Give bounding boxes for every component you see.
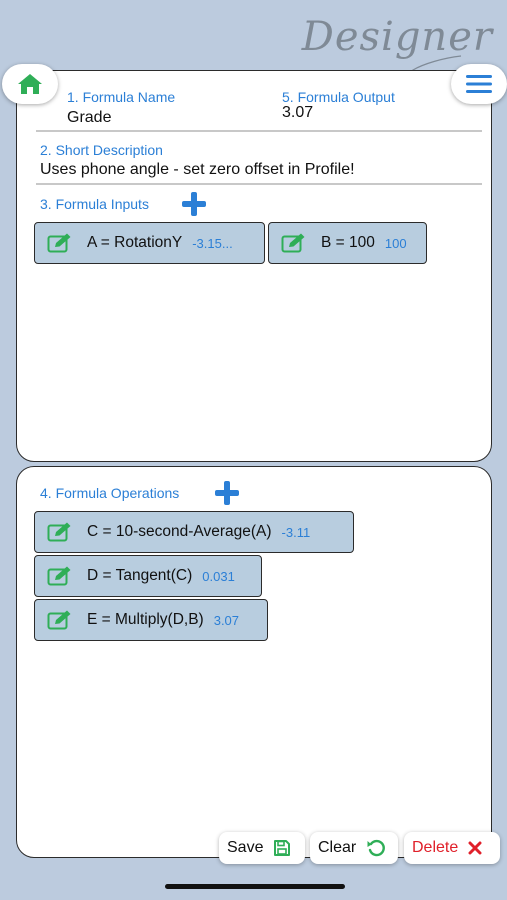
- edit-icon: [47, 522, 71, 542]
- delete-button[interactable]: Delete: [404, 832, 500, 864]
- input-chip-label: B = 100: [321, 234, 375, 251]
- input-chip-label: A = RotationY: [87, 234, 183, 251]
- operation-chip[interactable]: E = Multiply(D,B) 3.07: [34, 599, 268, 641]
- formula-details-panel: [16, 70, 492, 462]
- input-chip[interactable]: A = RotationY -3.15...: [34, 222, 265, 264]
- save-button[interactable]: Save: [219, 832, 305, 864]
- home-button[interactable]: [2, 64, 58, 104]
- short-description-field[interactable]: Uses phone angle - set zero offset in Pr…: [40, 161, 355, 179]
- formula-output-label: 5. Formula Output: [282, 89, 395, 105]
- operation-chip-value: 0.031: [202, 568, 235, 584]
- home-indicator[interactable]: [165, 884, 345, 889]
- formula-output-value: 3.07: [282, 104, 314, 121]
- operation-chip-value: -3.11: [281, 524, 311, 540]
- refresh-icon: [366, 838, 386, 858]
- operation-chip-label: C = 10-second-Average(A): [87, 523, 272, 540]
- save-label: Save: [227, 839, 264, 856]
- floppy-disk-icon: [273, 839, 291, 857]
- operation-chip[interactable]: D = Tangent(C) 0.031: [34, 555, 262, 597]
- input-chip-value: 100: [384, 235, 407, 251]
- operation-chip-value: 3.07: [213, 612, 240, 628]
- formula-name-label: 1. Formula Name: [67, 89, 176, 105]
- formula-operations-label: 4. Formula Operations: [40, 485, 180, 501]
- divider: [36, 130, 482, 132]
- home-icon: [18, 74, 42, 94]
- operation-chip-label: E = Multiply(D,B): [87, 611, 204, 628]
- formula-name-field[interactable]: Grade: [67, 109, 111, 127]
- edit-icon: [47, 233, 71, 253]
- operation-chip[interactable]: C = 10-second-Average(A) -3.11: [34, 511, 354, 553]
- delete-label: Delete: [412, 839, 459, 856]
- hamburger-menu-icon: [466, 75, 492, 93]
- input-chip-value: -3.15...: [192, 235, 233, 251]
- plus-icon: [182, 192, 206, 216]
- edit-icon: [47, 610, 71, 630]
- clear-label: Clear: [318, 839, 357, 856]
- divider: [36, 183, 482, 185]
- edit-icon: [281, 233, 305, 253]
- close-icon: [468, 841, 482, 855]
- formula-inputs-label: 3. Formula Inputs: [40, 196, 149, 212]
- short-description-label: 2. Short Description: [40, 142, 163, 158]
- input-chip[interactable]: B = 100 100: [268, 222, 427, 264]
- menu-button[interactable]: [451, 64, 507, 104]
- operation-chip-label: D = Tangent(C): [87, 567, 193, 584]
- edit-icon: [47, 566, 71, 586]
- add-operation-button[interactable]: [213, 479, 241, 507]
- plus-icon: [215, 481, 239, 505]
- clear-button[interactable]: Clear: [310, 832, 398, 864]
- add-input-button[interactable]: [180, 190, 208, 218]
